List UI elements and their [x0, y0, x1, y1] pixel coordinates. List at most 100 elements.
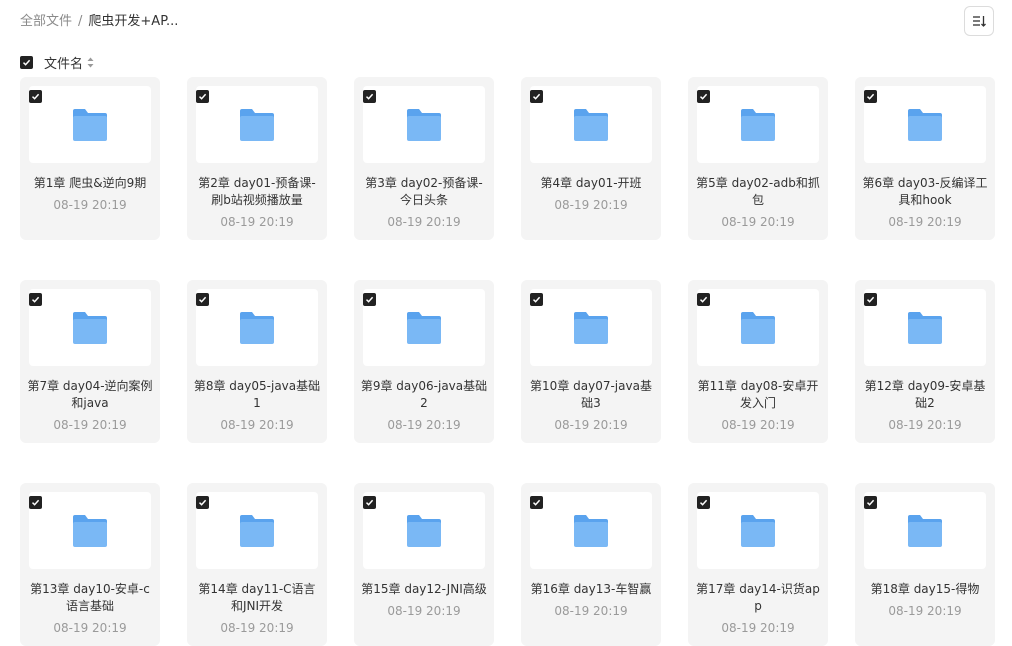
- folder-name[interactable]: 第6章 day03-反编译工具和hook: [861, 175, 989, 209]
- folder-card[interactable]: 第7章 day04-逆向案例和java 08-19 20:19: [20, 280, 160, 443]
- folder-checkbox[interactable]: [29, 90, 42, 103]
- folder-name[interactable]: 第7章 day04-逆向案例和java: [26, 378, 154, 412]
- folder-thumbnail[interactable]: [196, 492, 318, 569]
- folder-card[interactable]: 第14章 day11-C语言和JNI开发 08-19 20:19: [187, 483, 327, 646]
- folder-icon: [574, 514, 608, 547]
- folder-thumbnail[interactable]: [864, 289, 986, 366]
- folder-checkbox[interactable]: [864, 496, 877, 509]
- breadcrumb: 全部文件 / 爬虫开发+AP...: [20, 13, 178, 31]
- folder-card[interactable]: 第12章 day09-安卓基础2 08-19 20:19: [855, 280, 995, 443]
- folder-date: 08-19 20:19: [53, 198, 127, 212]
- folder-checkbox[interactable]: [363, 90, 376, 103]
- folder-thumbnail[interactable]: [530, 86, 652, 163]
- list-header: 文件名: [20, 52, 94, 72]
- check-icon: [532, 296, 541, 303]
- folder-card[interactable]: 第15章 day12-JNI高级 08-19 20:19: [354, 483, 494, 646]
- folder-checkbox[interactable]: [363, 293, 376, 306]
- folder-checkbox[interactable]: [530, 90, 543, 103]
- folder-card[interactable]: 第11章 day08-安卓开发入门 08-19 20:19: [688, 280, 828, 443]
- folder-thumbnail[interactable]: [29, 492, 151, 569]
- folder-checkbox[interactable]: [864, 90, 877, 103]
- folder-name[interactable]: 第1章 爬虫&逆向9期: [26, 175, 154, 192]
- folder-thumbnail[interactable]: [697, 289, 819, 366]
- folder-checkbox[interactable]: [196, 496, 209, 509]
- folder-name[interactable]: 第14章 day11-C语言和JNI开发: [193, 581, 321, 615]
- folder-card[interactable]: 第1章 爬虫&逆向9期 08-19 20:19: [20, 77, 160, 240]
- folder-card[interactable]: 第17章 day14-识货app 08-19 20:19: [688, 483, 828, 646]
- folder-date: 08-19 20:19: [220, 215, 294, 229]
- folder-date: 08-19 20:19: [53, 418, 127, 432]
- folder-thumbnail[interactable]: [697, 492, 819, 569]
- folder-card[interactable]: 第3章 day02-预备课-今日头条 08-19 20:19: [354, 77, 494, 240]
- folder-thumbnail[interactable]: [29, 289, 151, 366]
- folder-thumbnail[interactable]: [196, 86, 318, 163]
- folder-icon: [741, 108, 775, 141]
- check-icon: [699, 499, 708, 506]
- folder-checkbox[interactable]: [29, 496, 42, 509]
- folder-name[interactable]: 第11章 day08-安卓开发入门: [694, 378, 822, 412]
- folder-date: 08-19 20:19: [721, 215, 795, 229]
- folder-checkbox[interactable]: [530, 293, 543, 306]
- folder-name[interactable]: 第8章 day05-java基础1: [193, 378, 321, 412]
- folder-name[interactable]: 第2章 day01-预备课-刷b站视频播放量: [193, 175, 321, 209]
- folder-card[interactable]: 第8章 day05-java基础1 08-19 20:19: [187, 280, 327, 443]
- folder-date: 08-19 20:19: [888, 604, 962, 618]
- folder-name[interactable]: 第16章 day13-车智赢: [527, 581, 655, 598]
- folder-card[interactable]: 第6章 day03-反编译工具和hook 08-19 20:19: [855, 77, 995, 240]
- folder-icon: [73, 311, 107, 344]
- folder-card[interactable]: 第10章 day07-java基础3 08-19 20:19: [521, 280, 661, 443]
- folder-checkbox[interactable]: [196, 90, 209, 103]
- folder-card[interactable]: 第18章 day15-得物 08-19 20:19: [855, 483, 995, 646]
- check-icon: [866, 93, 875, 100]
- folder-thumbnail[interactable]: [530, 289, 652, 366]
- folder-date: 08-19 20:19: [387, 215, 461, 229]
- folder-card[interactable]: 第2章 day01-预备课-刷b站视频播放量 08-19 20:19: [187, 77, 327, 240]
- folder-name[interactable]: 第15章 day12-JNI高级: [360, 581, 488, 598]
- folder-checkbox[interactable]: [530, 496, 543, 509]
- folder-name[interactable]: 第4章 day01-开班: [527, 175, 655, 192]
- folder-icon: [741, 514, 775, 547]
- folder-checkbox[interactable]: [697, 496, 710, 509]
- folder-thumbnail[interactable]: [697, 86, 819, 163]
- check-icon: [365, 296, 374, 303]
- folder-thumbnail[interactable]: [530, 492, 652, 569]
- folder-name[interactable]: 第9章 day06-java基础2: [360, 378, 488, 412]
- folder-icon: [574, 311, 608, 344]
- select-all-checkbox[interactable]: [20, 55, 33, 69]
- folder-card[interactable]: 第9章 day06-java基础2 08-19 20:19: [354, 280, 494, 443]
- folder-name[interactable]: 第5章 day02-adb和抓包: [694, 175, 822, 209]
- folder-card[interactable]: 第5章 day02-adb和抓包 08-19 20:19: [688, 77, 828, 240]
- folder-card[interactable]: 第16章 day13-车智赢 08-19 20:19: [521, 483, 661, 646]
- folder-card[interactable]: 第13章 day10-安卓-c语言基础 08-19 20:19: [20, 483, 160, 646]
- folder-checkbox[interactable]: [196, 293, 209, 306]
- breadcrumb-current-folder: 爬虫开发+AP...: [88, 14, 179, 29]
- folder-thumbnail[interactable]: [363, 86, 485, 163]
- folder-checkbox[interactable]: [363, 496, 376, 509]
- folder-checkbox[interactable]: [697, 293, 710, 306]
- folder-name[interactable]: 第17章 day14-识货app: [694, 581, 822, 615]
- folder-thumbnail[interactable]: [363, 492, 485, 569]
- folder-icon: [73, 514, 107, 547]
- folder-icon: [574, 108, 608, 141]
- folder-name[interactable]: 第10章 day07-java基础3: [527, 378, 655, 412]
- column-header-filename[interactable]: 文件名: [44, 53, 83, 72]
- folder-name[interactable]: 第3章 day02-预备课-今日头条: [360, 175, 488, 209]
- folder-checkbox[interactable]: [29, 293, 42, 306]
- breadcrumb-root-link[interactable]: 全部文件: [20, 13, 72, 31]
- folder-name[interactable]: 第12章 day09-安卓基础2: [861, 378, 989, 412]
- folder-checkbox[interactable]: [864, 293, 877, 306]
- sort-button[interactable]: [964, 6, 994, 36]
- folder-date: 08-19 20:19: [721, 418, 795, 432]
- folder-thumbnail[interactable]: [29, 86, 151, 163]
- folder-thumbnail[interactable]: [864, 86, 986, 163]
- check-icon: [31, 296, 40, 303]
- folder-card[interactable]: 第4章 day01-开班 08-19 20:19: [521, 77, 661, 240]
- folder-name[interactable]: 第13章 day10-安卓-c语言基础: [26, 581, 154, 615]
- folder-thumbnail[interactable]: [864, 492, 986, 569]
- folder-name[interactable]: 第18章 day15-得物: [861, 581, 989, 598]
- folder-icon: [240, 311, 274, 344]
- sort-arrows-icon[interactable]: [87, 57, 94, 68]
- folder-thumbnail[interactable]: [363, 289, 485, 366]
- folder-checkbox[interactable]: [697, 90, 710, 103]
- folder-thumbnail[interactable]: [196, 289, 318, 366]
